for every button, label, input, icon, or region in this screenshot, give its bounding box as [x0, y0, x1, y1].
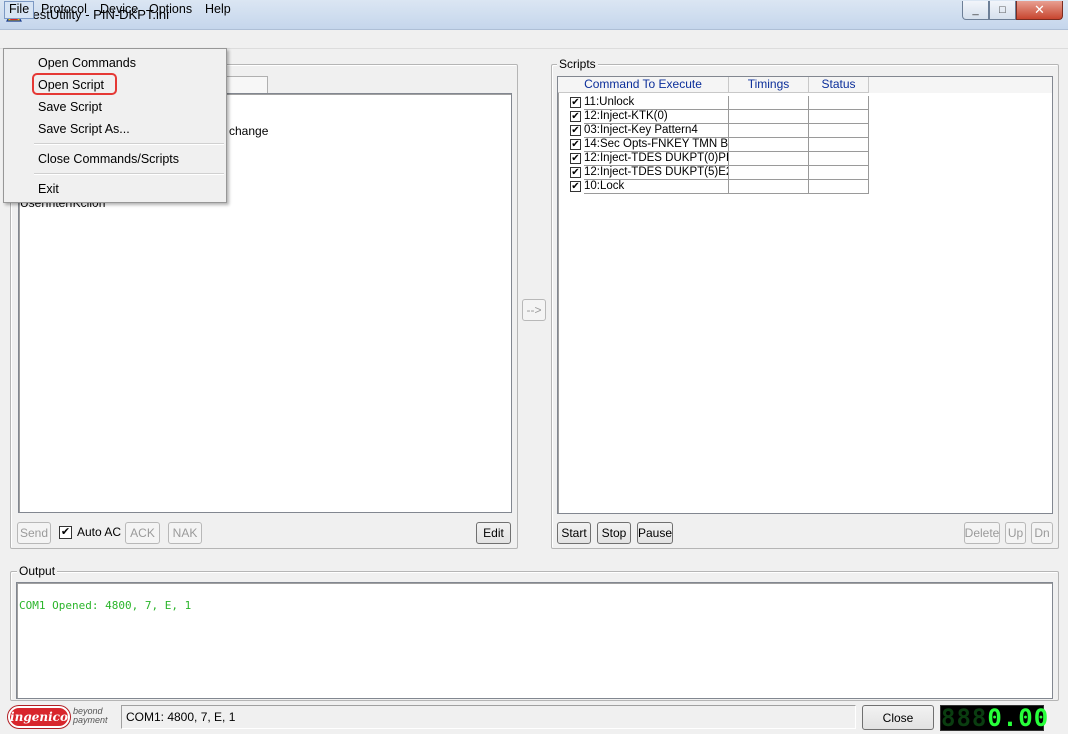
close-icon: ✕	[1034, 2, 1045, 17]
timings-cell	[729, 138, 809, 152]
maximize-button[interactable]: □	[989, 1, 1016, 20]
menu-file[interactable]: File	[4, 1, 35, 19]
column-header-timings[interactable]: Timings	[729, 77, 809, 93]
highlight-outline	[32, 73, 117, 95]
menu-options[interactable]: Options	[144, 1, 197, 19]
start-button[interactable]: Start	[557, 522, 591, 544]
output-line: COM1 Opened: 4800, 7, E, 1	[19, 599, 192, 612]
edit-button[interactable]: Edit	[476, 522, 511, 544]
send-button[interactable]: Send	[17, 522, 51, 544]
ack-button[interactable]: ACK	[125, 522, 160, 544]
tagline-line-2: payment	[73, 715, 108, 725]
counter-value: 0.00	[987, 704, 1050, 732]
delete-button[interactable]: Delete	[964, 522, 1000, 544]
ingenico-logo: ingenico	[8, 706, 70, 728]
transfer-button[interactable]: -->	[522, 299, 546, 321]
row-checkbox[interactable]: ✔	[570, 181, 581, 192]
menu-bar	[0, 30, 1068, 49]
status-cell	[809, 152, 869, 166]
status-cell	[809, 96, 869, 110]
timings-cell	[729, 110, 809, 124]
menu-item-close-commands-scripts[interactable]: Close Commands/Scripts	[4, 148, 226, 170]
command-cell: 03:Inject-Key Pattern4	[584, 124, 729, 138]
table-row[interactable]: ✔ 11:Unlock	[558, 96, 869, 110]
command-cell: 10:Lock	[584, 180, 729, 194]
table-row[interactable]: ✔ 12:Inject-KTK(0)	[558, 110, 869, 124]
row-checkbox[interactable]: ✔	[570, 125, 581, 136]
status-cell	[809, 180, 869, 194]
stop-button[interactable]: Stop	[597, 522, 631, 544]
menu-item-save-script-as[interactable]: Save Script As...	[4, 118, 226, 140]
menu-device[interactable]: Device	[95, 1, 143, 19]
menu-item-exit[interactable]: Exit	[4, 178, 226, 200]
logo-tagline: beyond payment	[73, 707, 108, 725]
table-row[interactable]: ✔ 14:Sec Opts-FNKEY TMN BAS	[558, 138, 869, 152]
up-button[interactable]: Up	[1005, 522, 1026, 544]
scripts-label: Scripts	[557, 57, 598, 71]
command-cell: 11:Unlock	[584, 96, 729, 110]
command-cell: 14:Sec Opts-FNKEY TMN BAS	[584, 138, 729, 152]
column-header-status[interactable]: Status	[809, 77, 869, 93]
row-checkbox[interactable]: ✔	[570, 97, 581, 108]
close-button[interactable]: Close	[862, 705, 934, 730]
counter-dim-digits: 888	[941, 704, 988, 732]
timings-cell	[729, 96, 809, 110]
table-row[interactable]: ✔ 03:Inject-Key Pattern4	[558, 124, 869, 138]
command-cell: 12:Inject-KTK(0)	[584, 110, 729, 124]
pause-button[interactable]: Pause	[637, 522, 673, 544]
row-checkbox[interactable]: ✔	[570, 167, 581, 178]
file-dropdown-menu: Open Commands Open Script Save Script Sa…	[3, 48, 227, 203]
timings-cell	[729, 152, 809, 166]
menu-item-save-script[interactable]: Save Script	[4, 96, 226, 118]
status-cell	[809, 110, 869, 124]
table-row[interactable]: ✔ 12:Inject-TDES DUKPT(5)E2E	[558, 166, 869, 180]
logo-text: ingenico	[10, 710, 68, 724]
column-header-command[interactable]: Command To Execute	[558, 77, 729, 93]
status-cell	[809, 138, 869, 152]
status-cell	[809, 166, 869, 180]
timings-cell	[729, 180, 809, 194]
timings-cell	[729, 166, 809, 180]
minimize-button[interactable]: _	[962, 1, 989, 20]
maximize-icon: □	[999, 4, 1006, 16]
row-checkbox[interactable]: ✔	[570, 139, 581, 150]
command-cell: 12:Inject-TDES DUKPT(5)E2E	[584, 166, 729, 180]
table-row[interactable]: ✔ 10:Lock	[558, 180, 869, 194]
dn-button[interactable]: Dn	[1031, 522, 1053, 544]
menu-help[interactable]: Help	[200, 1, 236, 19]
table-row[interactable]: ✔ 12:Inject-TDES DUKPT(0)PIN	[558, 152, 869, 166]
menu-item-open-commands[interactable]: Open Commands	[4, 52, 226, 74]
scripts-list[interactable]: Command To Execute Timings Status ✔ 11:U…	[557, 76, 1053, 514]
status-cell	[809, 124, 869, 138]
menu-protocol[interactable]: Protocol	[36, 1, 92, 19]
auto-ack-label: Auto ACK	[77, 525, 121, 539]
menu-separator	[34, 143, 224, 145]
command-text-partial: change	[229, 124, 269, 138]
command-cell: 12:Inject-TDES DUKPT(0)PIN	[584, 152, 729, 166]
timings-cell	[729, 124, 809, 138]
row-checkbox[interactable]: ✔	[570, 153, 581, 164]
output-label: Output	[17, 564, 58, 578]
scripts-rows: ✔ 11:Unlock ✔ 12:Inject-KTK(0) ✔ 03:Inje…	[558, 96, 870, 196]
minimize-icon: _	[972, 4, 979, 16]
com-status: COM1: 4800, 7, E, 1	[121, 705, 856, 729]
auto-ack-checkbox[interactable]: ✔	[59, 526, 72, 539]
nak-button[interactable]: NAK	[168, 522, 202, 544]
close-window-button[interactable]: ✕	[1016, 1, 1063, 20]
elapsed-counter: 8880.00	[940, 704, 1048, 732]
row-checkbox[interactable]: ✔	[570, 111, 581, 122]
menu-separator	[34, 173, 224, 175]
